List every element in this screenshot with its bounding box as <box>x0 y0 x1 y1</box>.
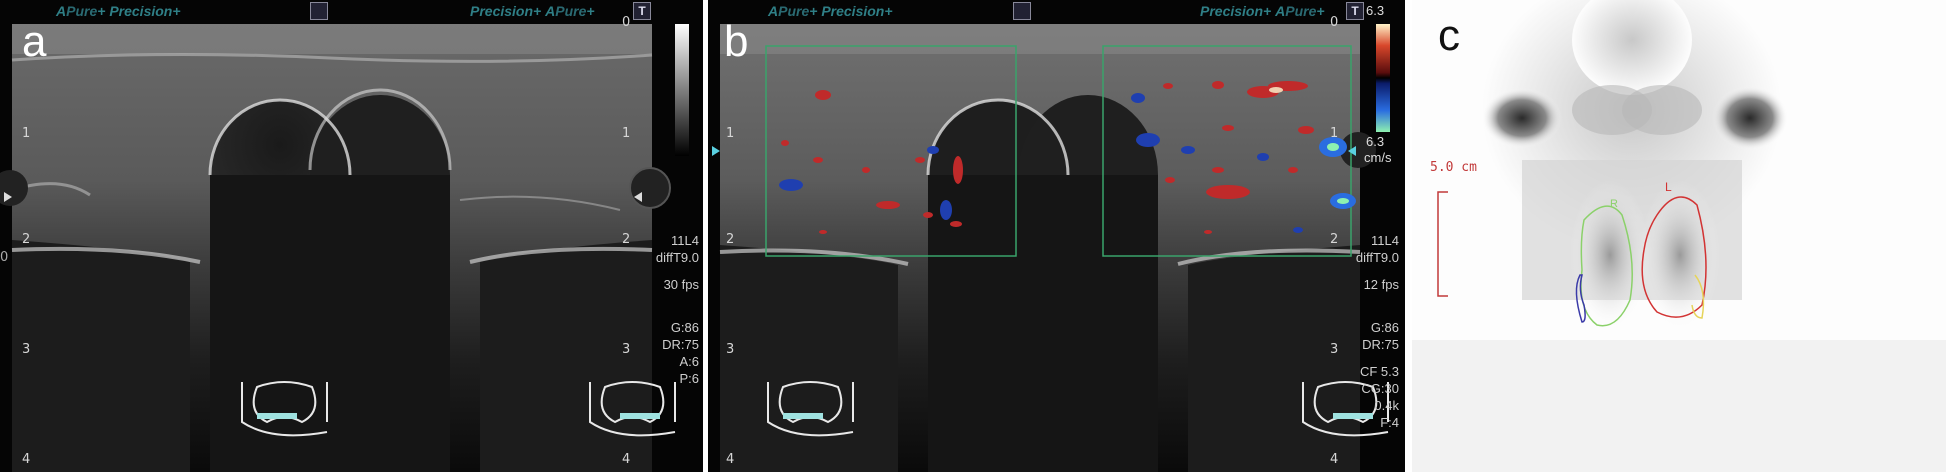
focus-marker-icon <box>4 192 12 202</box>
depth-label-right: 3 <box>622 342 631 357</box>
focus-marker-icon <box>1348 146 1356 156</box>
depth-label-right: 2 <box>622 232 631 247</box>
depth-label-right: 3 <box>1330 342 1339 357</box>
depth-label-left: 2 <box>22 232 31 247</box>
depth-label-right: 4 <box>1330 452 1339 467</box>
velocity-scale-bar <box>1376 24 1390 132</box>
probe-marker-icon <box>310 2 328 20</box>
depth-label-left: 4 <box>22 452 31 467</box>
focus-marker-icon <box>634 192 642 202</box>
acquisition-params: 11L4 diffT9.0 30 fps G:86 DR:75 A:6 P:6 <box>655 233 699 386</box>
roi-label-right: R <box>1610 198 1618 210</box>
header-left: APure+ Precision+ <box>768 3 893 19</box>
depth-label-right: 4 <box>622 452 631 467</box>
panel-a-grayscale-ultrasound: a APure+ Precision+ Precision+ APure+ T … <box>0 0 703 472</box>
depth-zero: 0 <box>1330 15 1339 30</box>
header-right: Precision+ APure+ <box>470 3 595 19</box>
panel-b-color-doppler-ultrasound: b APure+ Precision+ Precision+ APure+ T … <box>708 0 1405 472</box>
depth-label-right: 1 <box>622 126 631 141</box>
panel-label: c <box>1438 11 1460 60</box>
panel-label: b <box>724 17 749 66</box>
depth-label-left: 1 <box>22 126 31 141</box>
depth-label-left: 3 <box>22 342 31 357</box>
figure: a APure+ Precision+ Precision+ APure+ T … <box>0 0 1946 472</box>
header-left: APure+ Precision+ <box>56 3 181 19</box>
depth-zero: 0 <box>622 15 631 30</box>
roi-label-left: L <box>1665 180 1672 194</box>
header-right: Precision+ APure+ <box>1200 3 1325 19</box>
velocity-scale-unit: cm/s <box>1364 150 1392 165</box>
acquisition-params: 11L4 diffT9.0 12 fps G:86 DR:75 CF 5.3 CG:30 0.… <box>1355 233 1399 430</box>
depth-label-left: 4 <box>726 452 735 467</box>
focus-marker-icon <box>712 146 720 156</box>
t-marker: T <box>1346 2 1364 20</box>
t-marker: T <box>633 2 651 20</box>
scale-bar <box>1437 191 1448 297</box>
depth-label-left: 3 <box>726 342 735 357</box>
scintigraphy-image <box>1412 0 1946 472</box>
depth-label-right: 2 <box>1330 232 1339 247</box>
depth-label-left: 1 <box>726 126 735 141</box>
depth-zero-left: 0 <box>0 250 9 265</box>
velocity-scale-min: 6.3 <box>1366 134 1385 149</box>
velocity-scale-max: 6.3 <box>1366 3 1385 18</box>
ultrasound-image-b <box>719 24 1390 472</box>
panel-label: a <box>22 17 47 66</box>
panel-c-scintigraphy: c 5.0 cm R L <box>1412 0 1946 472</box>
scale-label: 5.0 cm <box>1430 160 1477 175</box>
depth-label-left: 2 <box>726 232 735 247</box>
ultrasound-image-a <box>0 24 689 472</box>
probe-marker-icon <box>1013 2 1031 20</box>
depth-label-right: 1 <box>1330 126 1339 141</box>
